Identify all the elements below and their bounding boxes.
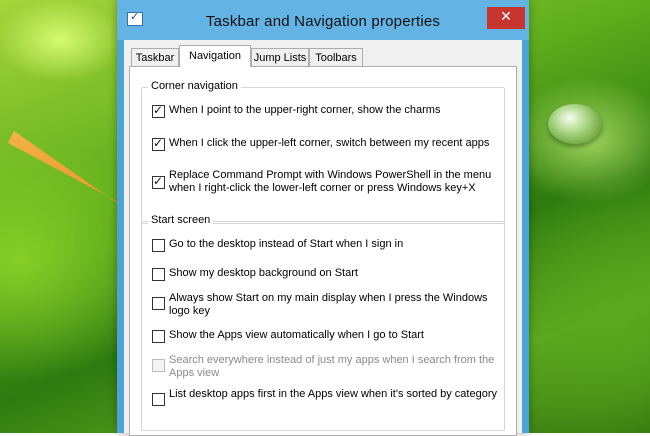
tab-navigation[interactable]: Navigation — [179, 45, 251, 67]
close-button[interactable]: ✕ — [487, 7, 525, 29]
checkbox-desktop-apps-first[interactable] — [152, 393, 165, 406]
checkbox-powershell[interactable] — [152, 174, 165, 189]
tab-toolbars[interactable]: Toolbars — [309, 48, 363, 66]
checkbox-go-to-desktop[interactable] — [152, 239, 165, 252]
option-start-main-display[interactable]: Always show Start on my main display whe… — [152, 292, 497, 320]
start-screen-group: Start screen Go to the desktop instead o… — [141, 214, 505, 431]
label-switch-recent-apps: When I click the upper-left corner, swit… — [169, 137, 490, 149]
water-droplet — [548, 104, 602, 144]
label-desktop-apps-first: List desktop apps first in the Apps view… — [169, 388, 497, 400]
option-powershell[interactable]: Replace Command Prompt with Windows Powe… — [152, 169, 497, 199]
option-desktop-apps-first[interactable]: List desktop apps first in the Apps view… — [152, 388, 497, 416]
tab-jump-lists[interactable]: Jump Lists — [251, 48, 309, 66]
label-go-to-desktop: Go to the desktop instead of Start when … — [169, 238, 404, 250]
title-bar[interactable]: Taskbar and Navigation properties ✕ — [117, 0, 529, 40]
option-search-everywhere: Search everywhere instead of just my app… — [152, 354, 497, 382]
label-search-everywhere: Search everywhere instead of just my app… — [169, 354, 495, 379]
navigation-tab-panel: Corner navigation When I point to the up… — [129, 66, 517, 436]
corner-navigation-group: Corner navigation When I point to the up… — [141, 80, 505, 224]
dialog-client-area: Taskbar Navigation Jump Lists Toolbars C… — [124, 40, 522, 436]
label-show-charms: When I point to the upper-right corner, … — [169, 104, 441, 116]
group-label-corner-navigation: Corner navigation — [148, 80, 241, 92]
checkbox-apps-view-auto[interactable] — [152, 330, 165, 343]
label-start-main-display: Always show Start on my main display whe… — [169, 292, 488, 317]
label-apps-view-auto: Show the Apps view automatically when I … — [169, 329, 424, 341]
tab-taskbar[interactable]: Taskbar — [131, 48, 179, 66]
window-title: Taskbar and Navigation properties — [205, 13, 441, 30]
label-powershell: Replace Command Prompt with Windows Powe… — [169, 169, 492, 194]
label-desktop-background: Show my desktop background on Start — [169, 267, 358, 279]
checkbox-desktop-background[interactable] — [152, 268, 165, 281]
checkbox-search-everywhere — [152, 359, 165, 372]
group-label-start-screen: Start screen — [148, 214, 214, 226]
checkbox-show-charms[interactable] — [152, 103, 165, 118]
properties-dialog: Taskbar and Navigation properties ✕ Task… — [117, 0, 529, 436]
checkbox-switch-recent-apps[interactable] — [152, 136, 165, 151]
checkbox-start-main-display[interactable] — [152, 297, 165, 310]
